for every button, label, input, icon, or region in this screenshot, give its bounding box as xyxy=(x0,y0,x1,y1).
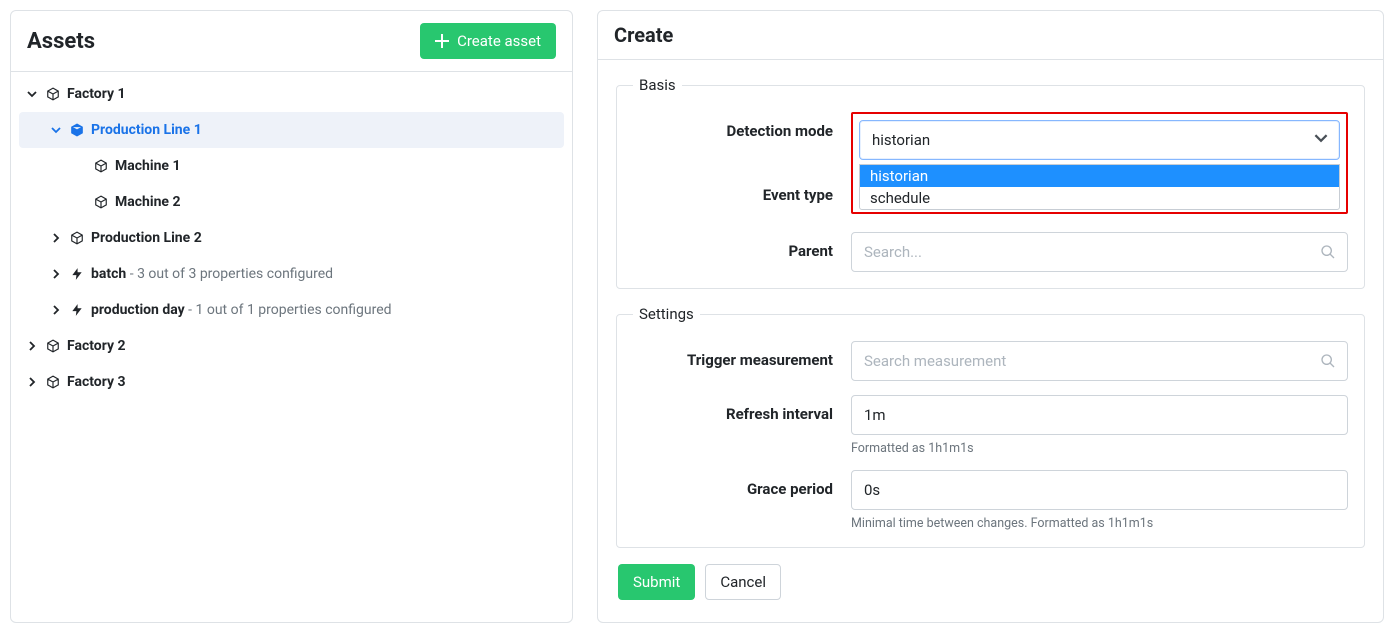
search-icon xyxy=(1320,244,1336,264)
grace-period-label: Grace period xyxy=(633,470,851,498)
dropdown-option-historian[interactable]: historian xyxy=(860,165,1339,187)
chevron-right-icon[interactable] xyxy=(49,267,63,281)
plus-icon xyxy=(435,34,449,48)
settings-legend: Settings xyxy=(633,305,700,323)
detection-mode-label: Detection mode xyxy=(633,112,851,140)
chevron-down-icon[interactable] xyxy=(49,123,63,137)
assets-title: Assets xyxy=(27,29,95,54)
tree-item-label: Production Line 1 xyxy=(91,122,202,138)
tree-item-factory-2[interactable]: Factory 2 xyxy=(19,328,564,364)
chevron-right-icon[interactable] xyxy=(49,303,63,317)
create-header: Create xyxy=(598,11,1383,60)
cube-icon xyxy=(45,374,61,390)
tree-item-label: batch - 3 out of 3 properties configured xyxy=(91,266,333,282)
parent-label: Parent xyxy=(633,232,851,260)
refresh-interval-help: Formatted as 1h1m1s xyxy=(851,441,1348,456)
tree-item-factory-3[interactable]: Factory 3 xyxy=(19,364,564,400)
create-asset-label: Create asset xyxy=(457,32,541,50)
detection-mode-dropdown: historian schedule xyxy=(859,164,1340,210)
chevron-right-icon[interactable] xyxy=(25,339,39,353)
cube-icon xyxy=(69,230,85,246)
basis-fieldset: Basis Detection mode hist xyxy=(616,76,1365,289)
tree-item-production-line-2[interactable]: Production Line 2 xyxy=(19,220,564,256)
create-panel: Create Basis Detection mode xyxy=(597,10,1384,623)
tree-item-production-day[interactable]: production day - 1 out of 1 properties c… xyxy=(19,292,564,328)
detection-mode-select[interactable] xyxy=(859,120,1340,160)
create-title: Create xyxy=(614,23,673,47)
tree-item-label: Production Line 2 xyxy=(91,230,202,246)
refresh-interval-input[interactable] xyxy=(851,395,1348,435)
bolt-icon xyxy=(69,266,85,282)
cube-icon xyxy=(69,122,85,138)
assets-panel: Assets Create asset Factory 1 xyxy=(10,10,573,623)
submit-button[interactable]: Submit xyxy=(618,564,695,600)
settings-fieldset: Settings Trigger measurement Refresh int… xyxy=(616,305,1365,548)
cube-icon xyxy=(93,158,109,174)
tree-item-label: Machine 2 xyxy=(115,194,181,210)
assets-header: Assets Create asset xyxy=(11,11,572,72)
asset-tree: Factory 1 Production Line 1 Machine 1 xyxy=(11,72,572,412)
tree-item-batch[interactable]: batch - 3 out of 3 properties configured xyxy=(19,256,564,292)
cube-icon xyxy=(45,338,61,354)
chevron-right-icon[interactable] xyxy=(49,231,63,245)
chevron-down-icon[interactable] xyxy=(25,87,39,101)
detection-mode-highlight: historian schedule xyxy=(851,112,1348,214)
search-icon xyxy=(1320,353,1336,373)
tree-item-label: production day - 1 out of 1 properties c… xyxy=(91,302,392,318)
chevron-right-icon[interactable] xyxy=(25,375,39,389)
dropdown-option-schedule[interactable]: schedule xyxy=(860,187,1339,209)
cube-icon xyxy=(45,86,61,102)
bolt-icon xyxy=(69,302,85,318)
tree-item-label: Factory 2 xyxy=(67,338,126,354)
form-actions: Submit Cancel xyxy=(616,564,1365,606)
tree-item-label: Machine 1 xyxy=(115,158,181,174)
cube-icon xyxy=(93,194,109,210)
tree-item-label: Factory 3 xyxy=(67,374,126,390)
trigger-measurement-label: Trigger measurement xyxy=(633,341,851,369)
create-asset-button[interactable]: Create asset xyxy=(420,23,556,59)
cancel-button[interactable]: Cancel xyxy=(705,564,781,600)
trigger-measurement-input[interactable] xyxy=(851,341,1348,381)
grace-period-input[interactable] xyxy=(851,470,1348,510)
tree-item-label: Factory 1 xyxy=(67,86,126,102)
tree-item-machine-1[interactable]: Machine 1 xyxy=(19,148,564,184)
parent-search-input[interactable] xyxy=(851,232,1348,272)
basis-legend: Basis xyxy=(633,76,682,94)
refresh-interval-label: Refresh interval xyxy=(633,395,851,423)
tree-item-machine-2[interactable]: Machine 2 xyxy=(19,184,564,220)
tree-item-factory-1[interactable]: Factory 1 xyxy=(19,76,564,112)
grace-period-help: Minimal time between changes. Formatted … xyxy=(851,516,1348,531)
tree-item-production-line-1[interactable]: Production Line 1 xyxy=(19,112,564,148)
